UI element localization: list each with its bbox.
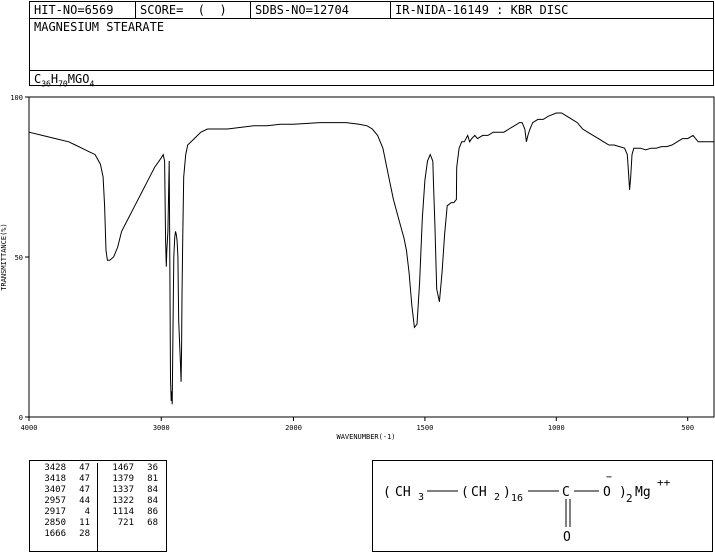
peak-row: 1337 84 xyxy=(98,485,166,496)
oxygen-anion: O xyxy=(603,485,611,500)
peak-transmittance: 81 xyxy=(147,474,158,484)
x-tick-label: 1000 xyxy=(548,424,565,432)
magnesium: Mg xyxy=(635,485,651,500)
open-paren: ( xyxy=(383,485,391,500)
peak-row: 3428 47 xyxy=(30,463,97,474)
peak-wavenumber: 3407 xyxy=(44,485,66,495)
peak-wavenumber: 1666 xyxy=(44,529,66,539)
svg-text:−: − xyxy=(606,472,612,483)
peak-wavenumber: 1337 xyxy=(112,485,134,495)
peak-row: 2917 4 xyxy=(30,507,97,518)
peak-wavenumber: 721 xyxy=(117,518,134,528)
peak-row: 721 68 xyxy=(98,518,166,529)
svg-text:2: 2 xyxy=(626,492,633,505)
carbon: C xyxy=(562,485,570,500)
peak-transmittance: 47 xyxy=(79,463,90,473)
svg-text:2: 2 xyxy=(494,492,500,503)
peak-wavenumber: 2957 xyxy=(44,496,66,506)
structure-svg: ( CH 3 ( CH 2 ) 16 C O − ) 2 Mg ++ O xyxy=(383,472,671,545)
peak-row: 1467 36 xyxy=(98,463,166,474)
peak-row: 1666 28 xyxy=(30,529,97,540)
peak-row: 1322 84 xyxy=(98,496,166,507)
svg-text:3: 3 xyxy=(418,492,424,503)
peak-wavenumber: 1114 xyxy=(112,507,134,517)
peak-transmittance: 44 xyxy=(79,496,90,506)
peak-column-right: 1467 36 1379 81 1337 84 1322 84 1114 86 721 68 xyxy=(98,463,166,529)
svg-text:(: ( xyxy=(461,485,469,500)
x-tick-label: 4000 xyxy=(21,424,38,432)
x-tick-label: 1500 xyxy=(416,424,433,432)
peak-row: 2957 44 xyxy=(30,496,97,507)
peak-wavenumber: 3428 xyxy=(44,463,66,473)
ch3-group: CH xyxy=(395,485,411,500)
peak-transmittance: 4 xyxy=(84,507,90,517)
peak-transmittance: 47 xyxy=(79,474,90,484)
peak-transmittance: 86 xyxy=(147,507,158,517)
peak-wavenumber: 1467 xyxy=(112,463,134,473)
peak-transmittance: 36 xyxy=(147,463,158,473)
x-tick-label: 500 xyxy=(681,424,694,432)
peak-row: 2850 11 xyxy=(30,518,97,529)
y-tick-label: 100 xyxy=(10,94,23,102)
carbonyl-oxygen: O xyxy=(563,530,571,545)
x-tick-label: 3000 xyxy=(153,424,170,432)
peak-wavenumber: 1322 xyxy=(112,496,134,506)
spectrum-line xyxy=(28,112,714,405)
peak-row: 1379 81 xyxy=(98,474,166,485)
svg-text:++: ++ xyxy=(657,476,671,489)
y-axis-label: TRANSMITTANCE(%) xyxy=(0,223,8,290)
repeat-count: 16 xyxy=(511,493,523,504)
x-tick-label: 2000 xyxy=(285,424,302,432)
peak-transmittance: 68 xyxy=(147,518,158,528)
peak-wavenumber: 2917 xyxy=(44,507,66,517)
peak-wavenumber: 2850 xyxy=(44,518,66,528)
svg-text:): ) xyxy=(503,485,511,500)
structure-diagram: ( CH 3 ( CH 2 ) 16 C O − ) 2 Mg ++ O xyxy=(372,460,713,552)
peak-transmittance: 84 xyxy=(147,485,158,495)
peak-transmittance: 84 xyxy=(147,496,158,506)
ir-spectrum-chart: 4000 3000 2000 1500 1000 500100500 WAVENUMBER… xyxy=(0,94,715,441)
peak-transmittance: 47 xyxy=(79,485,90,495)
y-tick-label: 50 xyxy=(15,254,23,262)
peak-table: 3428 47 3418 47 3407 47 2957 44 2917 4 2850 11 1666 2… xyxy=(29,460,167,552)
peak-transmittance: 28 xyxy=(79,529,90,539)
peak-row: 1114 86 xyxy=(98,507,166,518)
peak-row: 3418 47 xyxy=(30,474,97,485)
peak-transmittance: 11 xyxy=(79,518,90,528)
peak-wavenumber: 1379 xyxy=(112,474,134,484)
y-tick-label: 0 xyxy=(19,414,23,422)
peak-row: 3407 47 xyxy=(30,485,97,496)
x-axis-label: WAVENUMBER(-1) xyxy=(336,433,395,441)
ch2-group: CH xyxy=(471,485,487,500)
peak-column-left: 3428 47 3418 47 3407 47 2957 44 2917 4 2850 11 1666 2… xyxy=(30,463,98,551)
peak-wavenumber: 3418 xyxy=(44,474,66,484)
